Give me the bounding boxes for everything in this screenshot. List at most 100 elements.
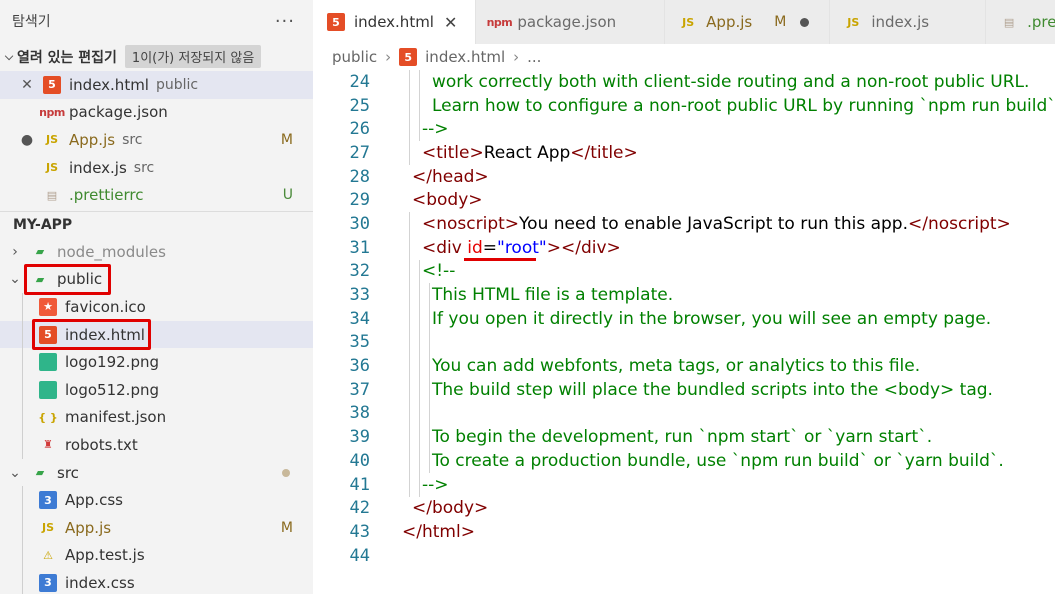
tree-item-label: index.html — [65, 325, 145, 344]
html-file-icon: 5 — [327, 13, 345, 31]
code-editor[interactable]: 24 work correctly both with client-side r… — [313, 70, 1055, 567]
code-line: 41 --> — [313, 473, 1055, 497]
indent-guide — [22, 293, 23, 459]
tree-item-index-css[interactable]: 3 index.css — [0, 569, 313, 594]
code-content: work correctly both with client-side rou… — [432, 72, 1029, 92]
tree-item-app-css[interactable]: 3 App.css — [0, 486, 313, 514]
tab-app-js[interactable]: JS App.js M — [665, 0, 831, 44]
tree-item-label: logo512.png — [65, 380, 159, 399]
line-number: 37 — [349, 379, 370, 400]
line-number: 30 — [349, 213, 370, 234]
open-editor-item[interactable]: ✕ 5 index.html public — [0, 71, 313, 99]
unsaved-dot-icon[interactable] — [800, 17, 810, 27]
open-editor-name: package.json — [69, 103, 168, 122]
code-content: You can add webfonts, meta tags, or anal… — [432, 356, 920, 376]
css-file-icon: 3 — [39, 491, 57, 510]
tree-item-logo192-png[interactable]: logo192.png — [0, 348, 313, 376]
code-line: 34 If you open it directly in the browser… — [313, 307, 1055, 331]
code-content: <title>React App</title> — [422, 143, 638, 163]
breadcrumb-file[interactable]: index.html — [425, 48, 505, 66]
tree-item-src[interactable]: ⌄ ▰ src — [0, 459, 313, 487]
token-attr: id — [467, 237, 483, 258]
tree-item-index-html[interactable]: 5 index.html — [0, 320, 313, 349]
token-tag: <noscript> — [422, 213, 520, 234]
html-file-icon: 5 — [399, 48, 418, 66]
tree-item-logo512-png[interactable]: logo512.png — [0, 376, 313, 404]
close-tab-icon[interactable]: ✕ — [444, 13, 457, 32]
code-line: 25 Learn how to configure a non-root publ… — [313, 94, 1055, 118]
line-number: 33 — [349, 285, 370, 306]
code-line: 40 To create a production bundle, use `np… — [313, 449, 1055, 473]
token-tag: </noscript> — [908, 213, 1011, 234]
open-editor-name: index.html — [69, 75, 149, 94]
breadcrumb-trail[interactable]: ... — [527, 48, 541, 66]
tree-item-label: robots.txt — [65, 435, 138, 454]
npm-file-icon: npm — [486, 15, 513, 29]
tree-item-label: index.css — [65, 573, 135, 592]
open-editor-name: index.js — [69, 158, 127, 177]
breadcrumb-separator: › — [385, 48, 392, 66]
js-file-icon: JS — [41, 521, 54, 535]
project-title: MY-APP — [13, 216, 73, 233]
code-line: 31 <div id="root"></div> — [313, 236, 1055, 260]
token-txt: React App — [483, 142, 571, 163]
open-editors-section-header[interactable]: ⌵ 열려 있는 편집기 1이(가) 저장되지 않음 — [0, 42, 313, 71]
token-com: work correctly both with client-side rou… — [432, 71, 1030, 92]
folder-icon: ▰ — [35, 245, 45, 259]
line-number: 31 — [349, 237, 370, 258]
code-line: 30 <noscript>You need to enable JavaScrip… — [313, 212, 1055, 236]
token-com: The build step will place the bundled sc… — [432, 379, 993, 400]
tree-item-label: App.css — [65, 491, 123, 510]
token-tag: </head> — [412, 166, 489, 187]
open-editor-item[interactable]: ● JS App.js src M — [0, 126, 313, 154]
token-com: <!-- — [422, 261, 456, 282]
line-number: 29 — [349, 190, 370, 211]
line-number: 26 — [349, 119, 370, 140]
explorer-sidebar: 탐색기 ··· ⌵ 열려 있는 편집기 1이(가) 저장되지 않음 ✕ 5 inde… — [0, 0, 313, 594]
open-editor-item[interactable]: JS index.js src — [0, 154, 313, 182]
tree-item-label: favicon.ico — [65, 297, 146, 316]
close-icon[interactable]: ✕ — [17, 77, 37, 93]
open-editor-item[interactable]: ▤ .prettierrc U — [0, 181, 313, 209]
tree-item-label: manifest.json — [65, 408, 167, 427]
token-com: If you open it directly in the browser, … — [432, 308, 992, 329]
tree-item-app-js[interactable]: JS App.js M — [0, 514, 313, 542]
tree-item-robots-txt[interactable]: ♜ robots.txt — [0, 431, 313, 459]
line-number: 40 — [349, 450, 370, 471]
git-status-badge: M — [280, 131, 293, 148]
tree-item-manifest-json[interactable]: { } manifest.json — [0, 404, 313, 432]
code-content: To begin the development, run `npm start… — [432, 427, 932, 447]
more-actions-icon[interactable]: ··· — [275, 11, 295, 32]
line-number: 25 — [349, 95, 370, 116]
code-line: 28 </head> — [313, 165, 1055, 189]
tab-package-json[interactable]: npm package.json — [476, 0, 666, 44]
tab-index-html[interactable]: 5 index.html ✕ — [313, 0, 477, 44]
tree-item-app-test-js[interactable]: ⚠ App.test.js — [0, 542, 313, 570]
tab-label: index.js — [871, 13, 930, 31]
line-number: 32 — [349, 261, 370, 282]
open-editor-folder: src — [122, 131, 143, 148]
prettier-file-icon: ▤ — [46, 188, 58, 202]
chevron-down-icon: ⌄ — [9, 464, 21, 481]
breadcrumb-folder[interactable]: public — [332, 48, 377, 66]
token-com: To begin the development, run `npm start… — [432, 427, 933, 448]
tab-index-js[interactable]: JS index.js — [830, 0, 987, 44]
editor-area: 5 index.html ✕ npm package.json JS App.js M JS in… — [313, 0, 1055, 594]
robot-file-icon: ♜ — [43, 438, 53, 452]
code-line: 39 To begin the development, run `npm sta… — [313, 425, 1055, 449]
project-section-header[interactable]: MY-APP — [0, 212, 313, 238]
test-file-icon: ⚠ — [43, 548, 53, 562]
js-file-icon: JS — [45, 161, 58, 175]
tab-label: package.json — [517, 13, 617, 31]
open-editor-name: App.js — [69, 130, 116, 149]
tab--prettierrc[interactable]: ▤.prettierrcU — [986, 0, 1055, 44]
tree-item-favicon-ico[interactable]: ★ favicon.ico — [0, 293, 313, 321]
tree-item-public[interactable]: ⌄ ▰ public — [0, 266, 313, 294]
open-editor-item[interactable]: npm package.json — [0, 99, 313, 127]
file-tree: › ▰ node_modules ⌄ ▰ public ★ favicon.ico 5 index… — [0, 238, 313, 594]
token-com: Learn how to configure a non-root public… — [432, 95, 1055, 116]
tree-item-label: App.test.js — [65, 546, 145, 565]
token-tag: </title> — [570, 142, 638, 163]
tree-item-node-modules[interactable]: › ▰ node_modules — [0, 238, 313, 266]
npm-file-icon: npm — [39, 105, 65, 119]
